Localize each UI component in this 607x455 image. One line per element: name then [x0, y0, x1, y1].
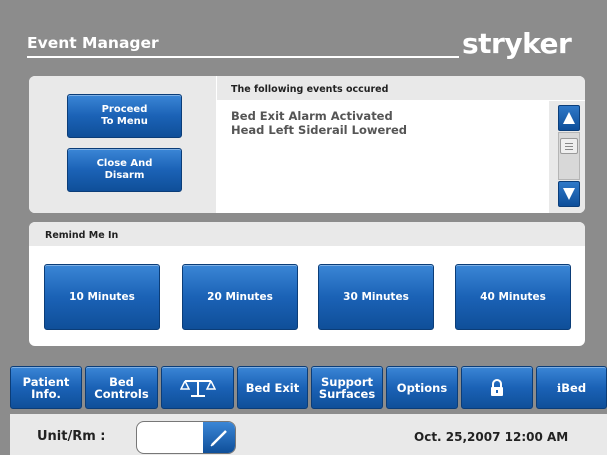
remind-20-minutes-button[interactable]: 20 Minutes [182, 264, 298, 330]
nav-options[interactable]: Options [386, 366, 458, 409]
nav-support-surfaces[interactable]: Support Surfaces [311, 366, 383, 409]
remind-header: Remind Me In [29, 222, 585, 246]
edit-unit-room-button[interactable] [203, 422, 235, 453]
page-title: Event Manager [27, 34, 159, 52]
lock-icon [491, 378, 503, 396]
proceed-to-menu-button[interactable]: Proceed To Menu [67, 94, 182, 138]
nav-lock[interactable] [461, 366, 533, 409]
pencil-icon [210, 429, 227, 447]
date-time: Oct. 25,2007 12:00 AM [414, 430, 569, 444]
nav-label-line2: Controls [94, 386, 149, 401]
event-item: Head Left Siderail Lowered [231, 123, 407, 137]
proceed-label-line2: To Menu [101, 116, 148, 127]
events-header: The following events occured [217, 76, 585, 100]
arrow-up-icon [563, 112, 575, 124]
header: Event Manager stryker [0, 0, 607, 70]
scale-icon [179, 379, 216, 397]
remind-30-minutes-button[interactable]: 30 Minutes [318, 264, 434, 330]
nav-label-line2: Info. [31, 386, 61, 401]
stryker-logo: stryker [462, 27, 572, 60]
remind-10-minutes-button[interactable]: 10 Minutes [44, 264, 160, 330]
nav-label-line2: Surfaces [318, 386, 376, 401]
nav-bed-exit[interactable]: Bed Exit [237, 366, 308, 409]
scroll-up-button[interactable] [558, 105, 580, 131]
remind-40-minutes-button[interactable]: 40 Minutes [455, 264, 571, 330]
nav-bed-controls[interactable]: Bed Controls [85, 366, 158, 409]
unit-room-label: Unit/Rm : [37, 429, 106, 444]
scroll-down-button[interactable] [558, 181, 580, 207]
nav-ibed[interactable]: ℹBed [536, 366, 607, 409]
event-item: Bed Exit Alarm Activated [231, 109, 393, 123]
close-and-disarm-button[interactable]: Close And Disarm [67, 148, 182, 192]
nav-scale[interactable] [161, 366, 234, 409]
events-list[interactable]: Bed Exit Alarm Activated Head Left Sider… [217, 101, 548, 209]
nav-label-line1: Bed [109, 374, 134, 389]
nav-label-line1: Patient [22, 374, 70, 389]
nav-label-line1: Support [320, 374, 373, 389]
nav-patient-info[interactable]: Patient Info. [10, 366, 82, 409]
title-divider [27, 56, 459, 58]
scroll-thumb[interactable] [560, 138, 578, 154]
arrow-down-icon [563, 188, 575, 200]
close-label-line1: Close And [96, 158, 153, 169]
close-label-line2: Disarm [104, 170, 145, 181]
proceed-label-line1: Proceed [101, 104, 148, 115]
